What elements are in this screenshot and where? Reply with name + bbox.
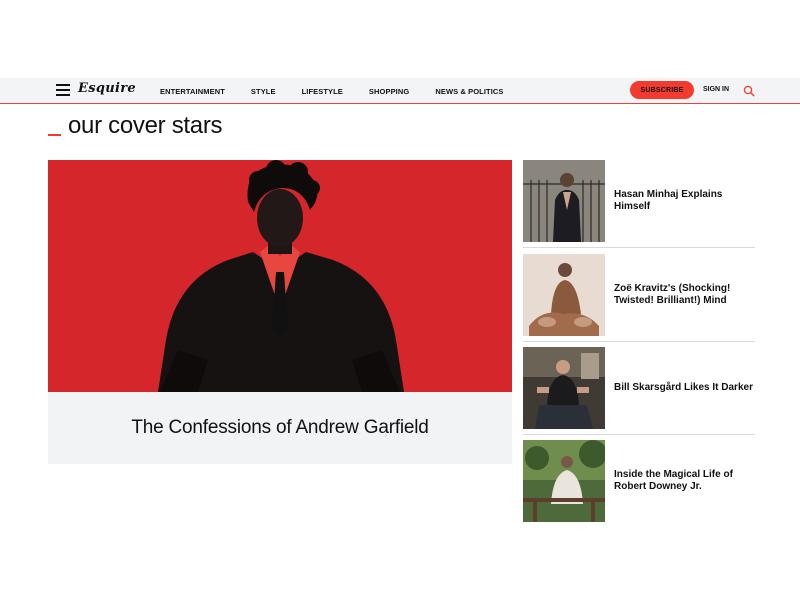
feature-headline[interactable]: The Confessions of Andrew Garfield	[131, 417, 429, 439]
nav-style[interactable]: STYLE	[251, 87, 276, 96]
feature-cover-image	[48, 160, 512, 392]
list-item[interactable]: Zoë Kravitz's (Shocking! Twisted! Brilli…	[523, 254, 755, 336]
list-item[interactable]: Hasan Minhaj Explains Himself	[523, 160, 755, 242]
nav-news-politics[interactable]: NEWS & POLITICS	[435, 87, 503, 96]
site-logo[interactable]: Esquire	[78, 81, 136, 96]
page-title: our cover stars	[68, 112, 223, 139]
site-header: Esquire ENTERTAINMENT STYLE LIFESTYLE SH…	[0, 78, 800, 104]
story-title[interactable]: Inside the Magical Life of Robert Downey…	[614, 440, 759, 522]
story-thumbnail	[523, 160, 605, 242]
sign-in-link[interactable]: SIGN IN	[703, 86, 729, 93]
divider	[523, 434, 755, 435]
accent-dash	[48, 134, 61, 136]
list-item[interactable]: Inside the Magical Life of Robert Downey…	[523, 440, 755, 522]
story-title[interactable]: Zoë Kravitz's (Shocking! Twisted! Brilli…	[614, 254, 759, 336]
story-thumbnail	[523, 254, 605, 336]
divider	[523, 341, 755, 342]
divider	[523, 247, 755, 248]
nav-entertainment[interactable]: ENTERTAINMENT	[160, 87, 225, 96]
story-thumbnail	[523, 440, 605, 522]
subscribe-button[interactable]: SUBSCRIBE	[630, 81, 694, 99]
feature-story-card[interactable]: The Confessions of Andrew Garfield	[48, 160, 512, 464]
nav-shopping[interactable]: SHOPPING	[369, 87, 409, 96]
nav-lifestyle[interactable]: LIFESTYLE	[302, 87, 343, 96]
menu-icon[interactable]	[56, 84, 70, 96]
feature-caption: The Confessions of Andrew Garfield	[48, 392, 512, 464]
main-nav: ENTERTAINMENT STYLE LIFESTYLE SHOPPING N…	[160, 78, 530, 104]
search-icon[interactable]	[743, 85, 755, 97]
story-title[interactable]: Bill Skarsgård Likes It Darker	[614, 347, 759, 429]
list-item[interactable]: Bill Skarsgård Likes It Darker	[523, 347, 755, 429]
story-title[interactable]: Hasan Minhaj Explains Himself	[614, 160, 759, 242]
story-thumbnail	[523, 347, 605, 429]
